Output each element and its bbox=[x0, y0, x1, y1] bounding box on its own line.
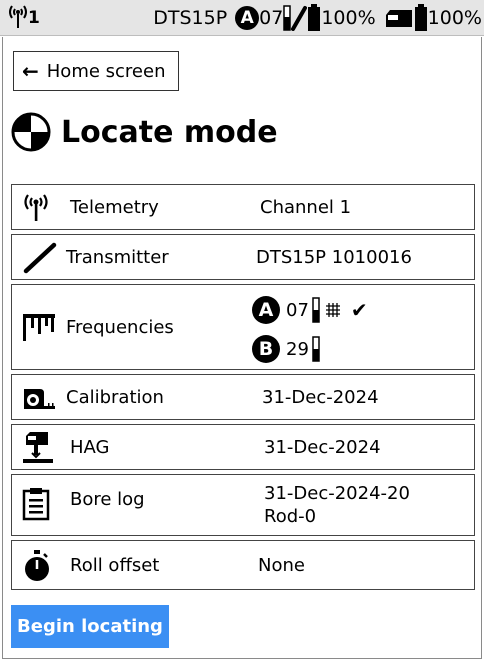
battery-icon bbox=[308, 4, 321, 31]
band-a-badge: A bbox=[252, 296, 280, 324]
receiver-height-icon bbox=[23, 432, 53, 463]
receiver-icon bbox=[385, 10, 412, 27]
clipboard-icon bbox=[22, 488, 50, 521]
calibration-label: Calibration bbox=[66, 387, 164, 408]
frequency-icon bbox=[23, 314, 55, 341]
transmitter-icon bbox=[291, 6, 308, 31]
roll-offset-label: Roll offset bbox=[70, 555, 160, 576]
roll-offset-value: None bbox=[258, 555, 305, 576]
home-screen-label: Home screen bbox=[46, 60, 166, 82]
hag-row[interactable]: HAG 31-Dec-2024 bbox=[11, 424, 475, 470]
grid-icon bbox=[325, 303, 340, 317]
frequency-bar-icon bbox=[312, 297, 320, 323]
stopwatch-icon bbox=[25, 550, 49, 581]
transmitter-battery-text: 100% bbox=[321, 7, 376, 29]
begin-locating-button[interactable]: Begin locating bbox=[11, 605, 169, 648]
telemetry-row[interactable]: Telemetry Channel 1 bbox=[11, 184, 475, 230]
bore-log-row[interactable]: Bore log 31-Dec-2024-20 Rod-0 bbox=[11, 474, 475, 536]
main-panel: ← Home screen Locate mode Telemetry Chan… bbox=[2, 37, 482, 659]
antenna-icon bbox=[24, 194, 48, 221]
hag-label: HAG bbox=[70, 437, 110, 458]
page-header: Locate mode bbox=[11, 111, 278, 153]
bore-log-value-line1: 31-Dec-2024-20 bbox=[264, 483, 410, 504]
frequencies-label: Frequencies bbox=[66, 317, 174, 338]
frequency-a: A 07 ✔ bbox=[252, 296, 368, 324]
status-device-name: DTS15P bbox=[153, 7, 228, 29]
locate-mode-icon bbox=[11, 112, 51, 152]
arrow-left-icon: ← bbox=[22, 59, 39, 83]
bore-log-label: Bore log bbox=[70, 489, 145, 510]
frequency-bar-icon bbox=[283, 5, 292, 31]
frequency-b: B 29 bbox=[252, 335, 320, 363]
roll-offset-row[interactable]: Roll offset None bbox=[11, 540, 475, 590]
status-channel: 1 bbox=[28, 8, 40, 28]
transmitter-label: Transmitter bbox=[66, 247, 169, 268]
band-a-badge: A bbox=[235, 6, 260, 30]
antenna-icon bbox=[9, 5, 27, 28]
check-icon: ✔ bbox=[350, 298, 368, 322]
transmitter-icon bbox=[23, 242, 57, 274]
calibration-row[interactable]: Calibration 31-Dec-2024 bbox=[11, 374, 475, 420]
telemetry-value: Channel 1 bbox=[260, 197, 352, 218]
transmitter-value: DTS15P 1010016 bbox=[256, 247, 412, 268]
tape-measure-icon bbox=[24, 389, 55, 409]
frequencies-row[interactable]: Frequencies A 07 ✔ B 29 bbox=[11, 284, 475, 370]
page-title: Locate mode bbox=[61, 114, 278, 150]
band-b-badge: B bbox=[252, 335, 280, 363]
status-right-group: DTS15P A 07 100% 100% bbox=[153, 4, 482, 32]
status-band-number: 07 bbox=[259, 7, 284, 29]
battery-icon bbox=[414, 4, 427, 31]
calibration-value: 31-Dec-2024 bbox=[262, 387, 379, 408]
frequency-a-number: 07 bbox=[286, 299, 309, 321]
bore-log-value-line2: Rod-0 bbox=[264, 506, 317, 527]
transmitter-row[interactable]: Transmitter DTS15P 1010016 bbox=[11, 234, 475, 280]
frequency-b-number: 29 bbox=[286, 338, 309, 360]
hag-value: 31-Dec-2024 bbox=[264, 437, 381, 458]
receiver-battery-text: 100% bbox=[427, 7, 482, 29]
frequency-bar-icon bbox=[312, 336, 320, 362]
home-screen-button[interactable]: ← Home screen bbox=[13, 51, 179, 91]
status-bar: 1 DTS15P A 07 100% 100% bbox=[0, 0, 484, 36]
telemetry-label: Telemetry bbox=[70, 197, 159, 218]
